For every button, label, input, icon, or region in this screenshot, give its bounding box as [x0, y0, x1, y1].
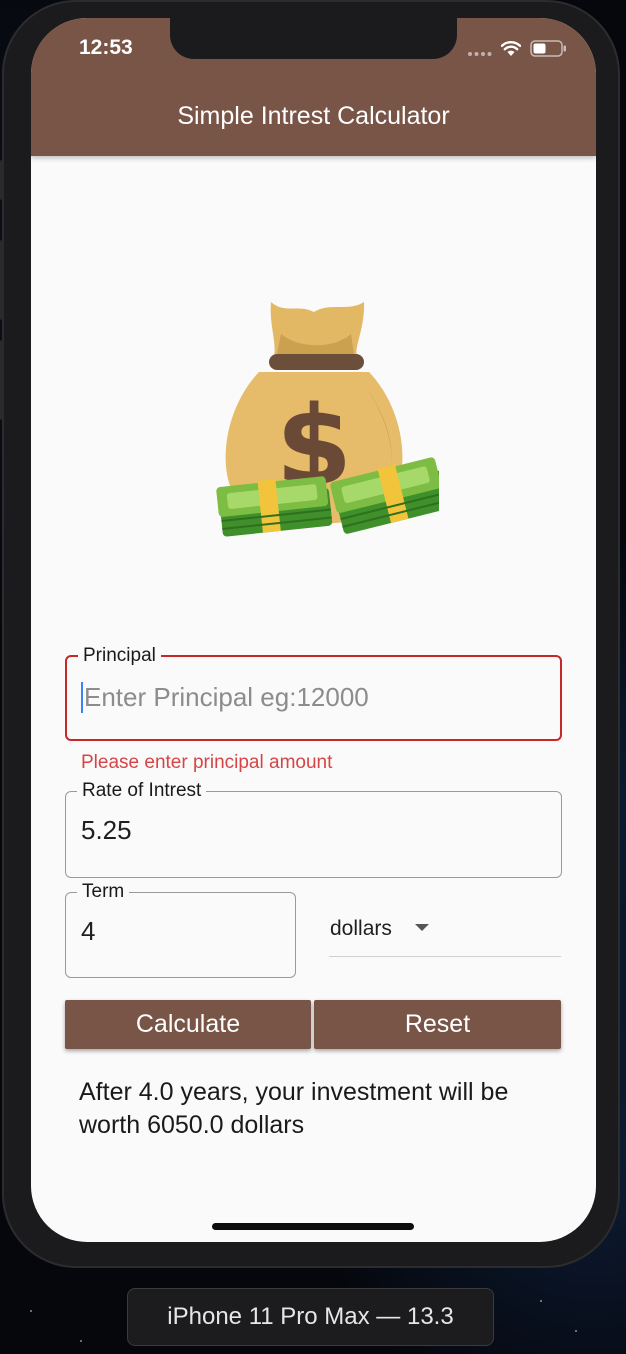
- principal-error-text: Please enter principal amount: [81, 752, 333, 773]
- calculate-button[interactable]: Calculate: [65, 1000, 311, 1049]
- star: [80, 1340, 82, 1342]
- volume-up-button: [0, 240, 4, 320]
- term-label: Term: [77, 881, 130, 903]
- term-field[interactable]: Term 4: [65, 881, 296, 978]
- cellular-signal-icon: [468, 52, 492, 56]
- app-bar: 12:53 Simple Intrest Calculator: [31, 18, 596, 156]
- rate-label: Rate of Intrest: [77, 780, 207, 802]
- battery-icon: [530, 40, 566, 57]
- simulator-device-label: iPhone 11 Pro Max — 13.3: [127, 1288, 494, 1346]
- mute-switch: [0, 160, 4, 200]
- iphone-frame: 12:53 Simple Intrest Calculator $ Princi…: [0, 0, 620, 1268]
- app-title: Simple Intrest Calculator: [177, 102, 450, 130]
- volume-down-button: [0, 340, 4, 420]
- status-time: 12:53: [79, 36, 133, 59]
- principal-input-placeholder[interactable]: Enter Principal eg:12000: [84, 681, 369, 713]
- term-input[interactable]: 4: [81, 915, 95, 947]
- home-indicator[interactable]: [212, 1223, 414, 1230]
- star: [30, 1310, 32, 1312]
- rate-input[interactable]: 5.25: [81, 814, 132, 846]
- notch: [170, 18, 457, 59]
- result-text: After 4.0 years, your investment will be…: [79, 1078, 509, 1139]
- app-screen: 12:53 Simple Intrest Calculator $ Princi…: [31, 18, 596, 1242]
- principal-label: Principal: [78, 645, 161, 667]
- currency-dropdown-value: dollars: [330, 917, 392, 940]
- simulator-background: 12:53 Simple Intrest Calculator $ Princi…: [0, 0, 626, 1354]
- reset-button[interactable]: Reset: [314, 1000, 561, 1049]
- star: [575, 1330, 577, 1332]
- currency-dropdown[interactable]: dollars: [329, 910, 561, 957]
- dropdown-arrow-icon: [415, 924, 429, 931]
- text-cursor: [81, 682, 83, 713]
- principal-field[interactable]: Principal Enter Principal eg:12000: [65, 645, 562, 741]
- star: [540, 1300, 542, 1302]
- wifi-icon: [501, 41, 521, 56]
- money-bag-icon: $: [216, 302, 439, 537]
- rate-field[interactable]: Rate of Intrest 5.25: [65, 780, 562, 878]
